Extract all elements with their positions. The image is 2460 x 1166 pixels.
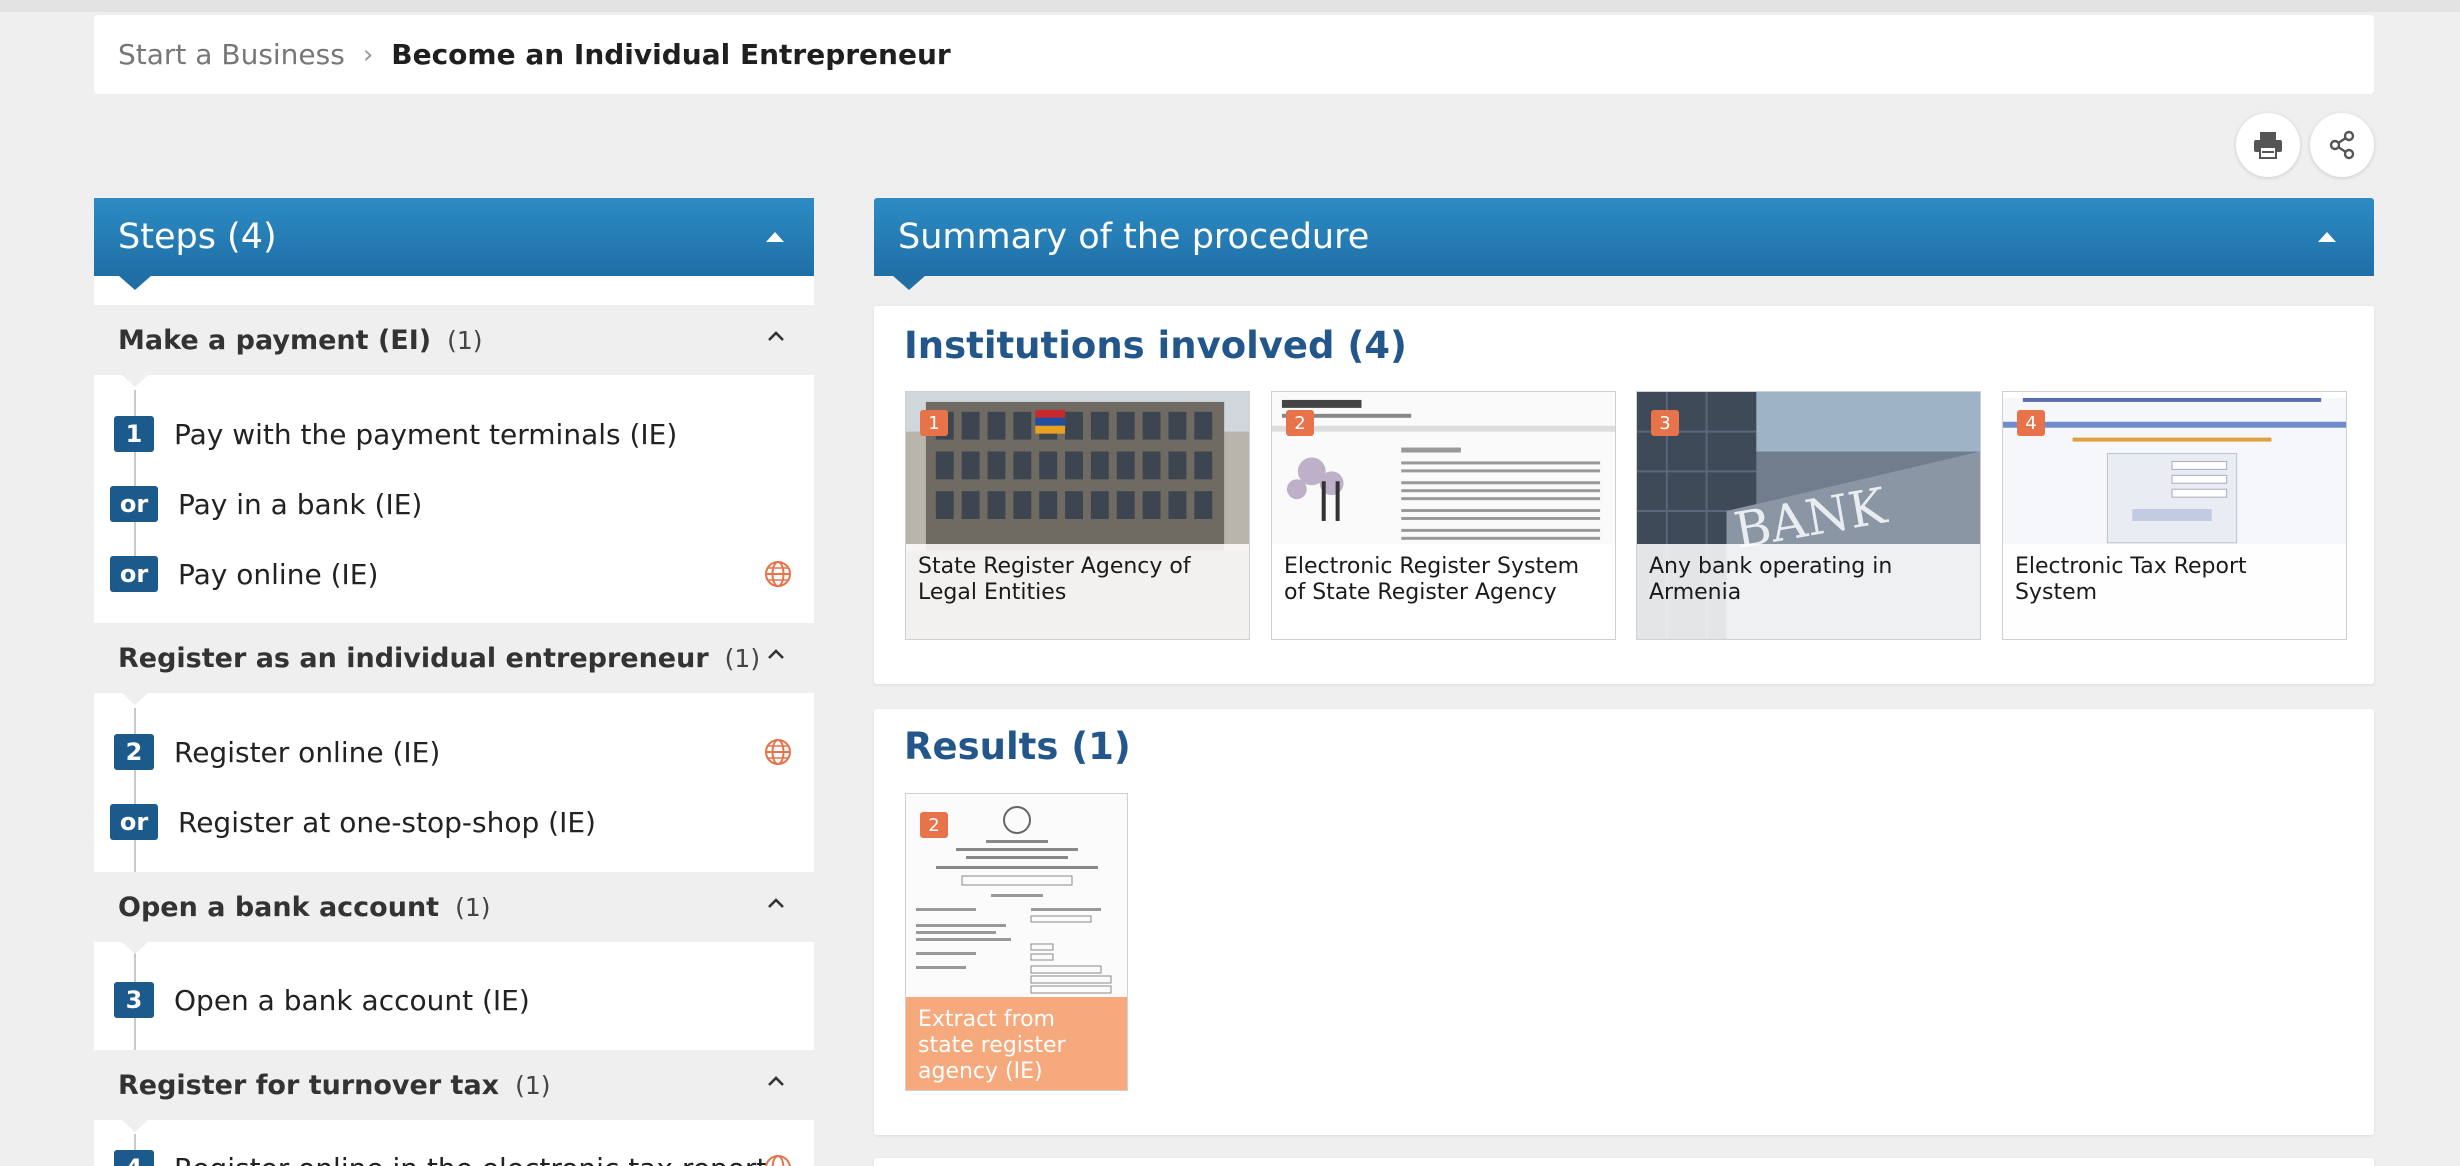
- institution-card[interactable]: 4 Electronic Tax Report System: [2002, 391, 2347, 640]
- step-group-count: (1): [724, 643, 761, 673]
- step-item[interactable]: or Register at one-stop-shop (IE): [110, 792, 802, 852]
- chevron-up-icon[interactable]: [766, 329, 786, 343]
- step-group-name: Register as an individual entrepreneur: [118, 642, 709, 674]
- step-group-name: Register for turnover tax: [118, 1069, 500, 1101]
- result-number-badge: 2: [920, 812, 948, 838]
- step-label: Register at one-stop-shop (IE): [178, 805, 596, 839]
- step-item[interactable]: 3 Open a bank account (IE): [112, 970, 802, 1030]
- step-group-count: (1): [447, 325, 483, 355]
- summary-panel-title: Summary of the procedure: [898, 217, 1370, 257]
- share-icon: [2329, 130, 2355, 160]
- steps-panel-header[interactable]: Steps (4): [94, 198, 814, 290]
- globe-icon: [765, 561, 791, 587]
- institution-number-badge: 4: [2017, 410, 2045, 436]
- collapse-caret-icon[interactable]: [2318, 232, 2336, 242]
- step-number-badge: 1: [114, 416, 154, 452]
- institution-number-badge: 3: [1651, 410, 1679, 436]
- breadcrumb-parent-link[interactable]: Start a Business: [118, 38, 345, 71]
- result-label: Extract from state register agency (IE): [906, 997, 1127, 1090]
- breadcrumb-current: Become an Individual Entrepreneur: [391, 38, 951, 71]
- chevron-up-icon[interactable]: [766, 647, 786, 661]
- steps-panel: Steps (4) Make a payment (EI) (1) 1 Pay …: [94, 198, 814, 1166]
- result-card[interactable]: 2 Extract from state register agency (IE…: [905, 793, 1128, 1091]
- institution-label: Electronic Tax Report System: [2003, 544, 2346, 639]
- step-item[interactable]: 1 Pay with the payment terminals (IE): [112, 404, 802, 464]
- step-label: Pay online (IE): [178, 557, 379, 591]
- step-or-badge: or: [110, 804, 158, 840]
- institution-card[interactable]: BANK 3 Any bank operating in Armenia: [1636, 391, 1981, 640]
- collapse-caret-icon[interactable]: [766, 232, 784, 242]
- next-card: [874, 1158, 2374, 1166]
- step-or-badge: or: [110, 556, 158, 592]
- step-label: Pay with the payment terminals (IE): [174, 417, 678, 451]
- steps-panel-title: Steps (4): [118, 217, 277, 257]
- step-label: Pay in a bank (IE): [178, 487, 423, 521]
- chevron-up-icon[interactable]: [766, 896, 786, 910]
- step-label: Register online (IE): [174, 735, 441, 769]
- step-item[interactable]: or Pay online (IE): [110, 544, 802, 604]
- step-number-badge: 4: [114, 1150, 154, 1166]
- breadcrumb-separator: ›: [362, 39, 374, 70]
- step-label: Open a bank account (IE): [174, 983, 530, 1017]
- summary-panel-header[interactable]: Summary of the procedure: [874, 198, 2374, 290]
- step-group-header[interactable]: Register as an individual entrepreneur (…: [94, 623, 814, 705]
- step-group-name: Open a bank account: [118, 891, 440, 923]
- step-group-header[interactable]: Register for turnover tax (1): [94, 1050, 814, 1132]
- step-item[interactable]: or Pay in a bank (IE): [110, 474, 802, 534]
- step-group-header[interactable]: Make a payment (EI) (1): [94, 305, 814, 387]
- institution-card[interactable]: 2 Electronic Register System of State Re…: [1271, 391, 1616, 640]
- globe-icon: [765, 1155, 791, 1166]
- institution-label: Any bank operating in Armenia: [1637, 544, 1980, 639]
- step-or-badge: or: [110, 486, 158, 522]
- step-group-count: (1): [455, 892, 491, 922]
- institution-label: Electronic Register System of State Regi…: [1272, 544, 1615, 639]
- share-button[interactable]: [2310, 113, 2374, 177]
- results-title: Results (1): [904, 725, 1131, 768]
- step-number-badge: 2: [114, 734, 154, 770]
- panel-pointer: [118, 275, 152, 290]
- print-button[interactable]: [2236, 113, 2300, 177]
- institution-number-badge: 1: [920, 410, 948, 436]
- institution-card[interactable]: 1 State Register Agency of Legal Entitie…: [905, 391, 1250, 640]
- step-group-count: (1): [515, 1070, 551, 1100]
- step-item[interactable]: 2 Register online (IE): [112, 722, 802, 782]
- printer-icon: [2254, 132, 2282, 159]
- step-number-badge: 3: [114, 982, 154, 1018]
- globe-icon: [765, 739, 791, 765]
- institution-number-badge: 2: [1286, 410, 1314, 436]
- step-item[interactable]: 4 Register online in the electronic tax …: [112, 1138, 802, 1166]
- institution-label: State Register Agency of Legal Entities: [906, 544, 1249, 639]
- breadcrumb: Start a Business › Become an Individual …: [94, 15, 2374, 94]
- panel-pointer: [892, 275, 926, 290]
- institutions-title: Institutions involved (4): [904, 324, 1407, 367]
- step-group-name: Make a payment (EI): [118, 324, 432, 356]
- chevron-up-icon[interactable]: [766, 1074, 786, 1088]
- top-divider: [0, 0, 2460, 12]
- step-label: Register online in the electronic tax re…: [174, 1152, 767, 1166]
- step-group-header[interactable]: Open a bank account (1): [94, 872, 814, 954]
